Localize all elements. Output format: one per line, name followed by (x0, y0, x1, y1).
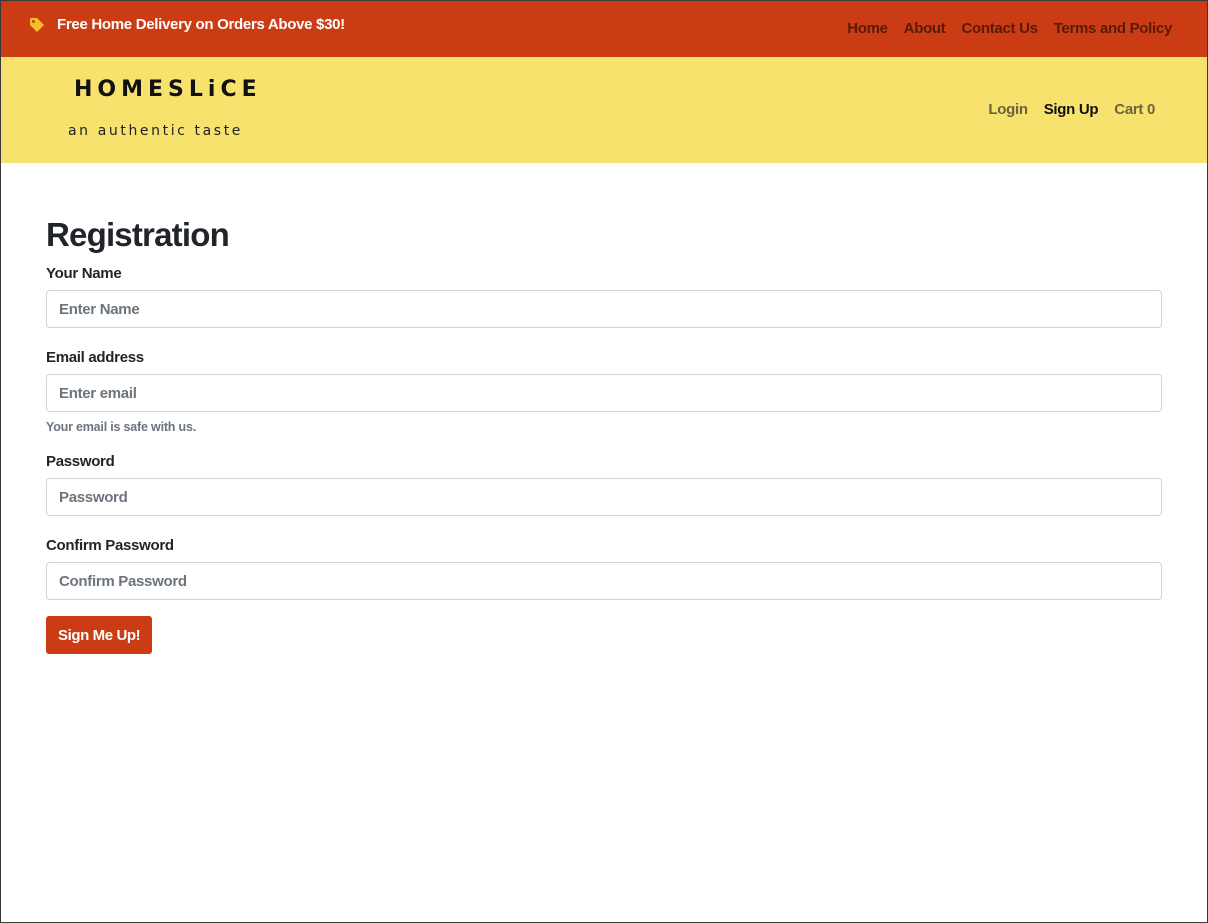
password-group: Password (46, 453, 1162, 516)
confirm-password-input[interactable] (46, 562, 1162, 600)
site-header: HOMESLiCE an authentic taste Login Sign … (1, 57, 1207, 163)
password-input[interactable] (46, 478, 1162, 516)
name-label: Your Name (46, 265, 122, 282)
promo-message: Free Home Delivery on Orders Above $30! (29, 16, 345, 33)
tag-icon (29, 17, 45, 33)
nav-terms-link[interactable]: Terms and Policy (1054, 20, 1173, 37)
cart-link[interactable]: Cart 0 (1114, 101, 1155, 118)
brand-tagline: an authentic taste (68, 123, 243, 139)
password-label: Password (46, 453, 115, 470)
promo-bar: Free Home Delivery on Orders Above $30! … (1, 1, 1207, 57)
confirm-password-group: Confirm Password (46, 537, 1162, 600)
promo-text: Free Home Delivery on Orders Above $30! (57, 16, 345, 33)
email-input[interactable] (46, 374, 1162, 412)
top-nav: Home About Contact Us Terms and Policy (847, 20, 1172, 37)
nav-about-link[interactable]: About (904, 20, 946, 37)
confirm-password-label: Confirm Password (46, 537, 174, 554)
user-nav: Login Sign Up Cart 0 (988, 101, 1155, 118)
sign-up-button[interactable]: Sign Me Up! (46, 616, 153, 654)
signup-link[interactable]: Sign Up (1044, 101, 1099, 118)
name-input[interactable] (46, 290, 1162, 328)
email-help-text: Your email is safe with us. (46, 420, 196, 434)
brand-logo[interactable]: HOMESLiCE (74, 77, 262, 102)
nav-home-link[interactable]: Home (847, 20, 888, 37)
email-label: Email address (46, 349, 144, 366)
nav-contact-link[interactable]: Contact Us (962, 20, 1038, 37)
login-link[interactable]: Login (988, 101, 1028, 118)
page-title: Registration (46, 216, 230, 253)
registration-form: Your Name Email address Your email is sa… (46, 265, 1162, 654)
registration-section: Registration Your Name Email address You… (46, 213, 1162, 654)
name-group: Your Name (46, 265, 1162, 328)
email-group: Email address Your email is safe with us… (46, 349, 1162, 434)
